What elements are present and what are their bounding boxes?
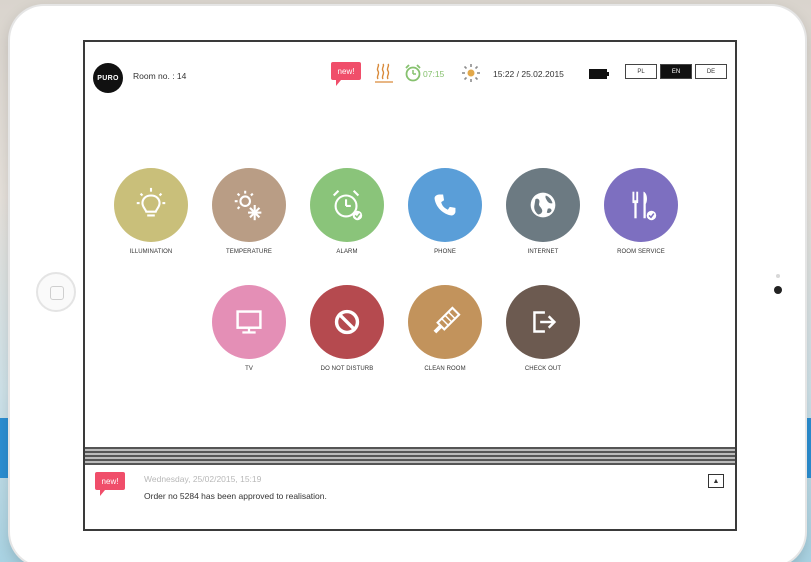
tile-label: CLEAN ROOM: [424, 366, 466, 372]
tv-icon: [236, 310, 262, 334]
tile-check-out[interactable]: CHECK OUT: [495, 285, 591, 372]
do-not-disturb-button[interactable]: [310, 285, 384, 359]
language-de-button[interactable]: DE: [695, 64, 727, 79]
tile-label: INTERNET: [527, 249, 559, 255]
check-out-button[interactable]: [506, 285, 580, 359]
phone-icon: [434, 194, 456, 216]
panel-divider[interactable]: [85, 447, 735, 465]
illumination-button[interactable]: [114, 168, 188, 242]
clean-room-button[interactable]: [408, 285, 482, 359]
tile-do-not-disturb[interactable]: DO NOT DISTURB: [299, 285, 395, 372]
tile-alarm[interactable]: ALARM: [299, 168, 395, 255]
tile-label: TV: [245, 366, 253, 372]
room-service-button[interactable]: [604, 168, 678, 242]
new-notification-badge[interactable]: new!: [331, 62, 361, 86]
sensor-dot: [776, 274, 780, 278]
language-en-button[interactable]: EN: [660, 64, 692, 79]
tile-temperature[interactable]: TEMPERATURE: [201, 168, 297, 255]
camera-dot: [774, 286, 782, 294]
app-screen: PURO Room no. : 14 new! 07:15 15:22 / 25…: [83, 40, 737, 531]
date-time: 15:22 / 25.02.2015: [493, 69, 564, 79]
no-entry-icon: [334, 309, 360, 335]
globe-icon: [530, 192, 556, 218]
phone-button[interactable]: [408, 168, 482, 242]
tile-label: CHECK OUT: [524, 366, 562, 372]
tile-label: ILLUMINATION: [129, 249, 173, 255]
battery-icon: [589, 69, 609, 79]
tile-label: PHONE: [434, 249, 456, 255]
tile-internet[interactable]: INTERNET: [495, 168, 591, 255]
room-number: Room no. : 14: [133, 71, 187, 81]
tv-button[interactable]: [212, 285, 286, 359]
tile-clean-room[interactable]: CLEAN ROOM: [397, 285, 493, 372]
internet-button[interactable]: [506, 168, 580, 242]
temperature-icon: [234, 190, 262, 221]
cutlery-icon: [632, 191, 657, 221]
exit-icon: [533, 311, 557, 333]
light-bulb-icon: [136, 187, 166, 217]
heating-icon[interactable]: [374, 63, 394, 83]
temperature-button[interactable]: [212, 168, 286, 242]
tile-illumination[interactable]: ILLUMINATION: [103, 168, 199, 255]
alarm-time: 07:15: [423, 69, 445, 79]
notification-message: Order no 5284 has been approved to reali…: [144, 491, 327, 501]
home-button[interactable]: [36, 272, 76, 312]
tile-room-service[interactable]: ROOM SERVICE: [593, 168, 689, 255]
tile-label: DO NOT DISTURB: [320, 366, 374, 372]
tile-label: TEMPERATURE: [226, 249, 272, 255]
tile-label: ALARM: [336, 249, 358, 255]
notification-new-badge: new!: [95, 472, 125, 496]
alarm-clock-icon: [332, 190, 363, 221]
tile-phone[interactable]: PHONE: [397, 168, 493, 255]
triangle-up-icon: ▲: [712, 477, 720, 485]
language-pl-button[interactable]: PL: [625, 64, 657, 79]
tile-label: ROOM SERVICE: [617, 249, 665, 255]
tile-tv[interactable]: TV: [201, 285, 297, 372]
notification-date: Wednesday, 25/02/2015, 15:19: [144, 474, 262, 484]
brush-icon: [433, 306, 461, 334]
alarm-button[interactable]: [310, 168, 384, 242]
puro-logo: PURO: [93, 63, 123, 93]
expand-up-button[interactable]: ▲: [708, 474, 724, 488]
sun-icon: [462, 64, 480, 82]
alarm-clock-icon[interactable]: [404, 63, 422, 83]
